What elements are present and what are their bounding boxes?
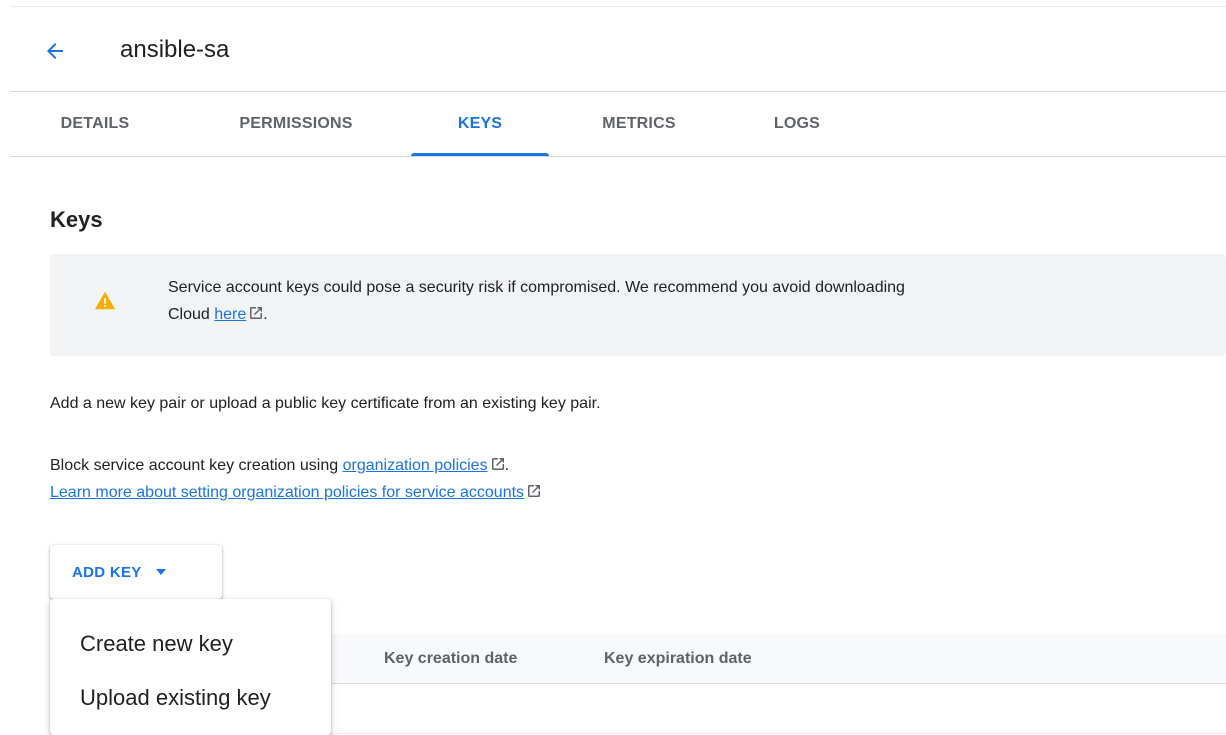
section-title: Keys: [50, 207, 103, 232]
tab-metrics[interactable]: METRICS: [590, 92, 688, 156]
warning-banner: Service account keys could pose a securi…: [50, 254, 1226, 356]
page-title: ansible-sa: [120, 36, 230, 63]
learn-more-line: Learn more about setting organization po…: [50, 479, 541, 506]
warning-line-1: Service account keys could pose a securi…: [168, 279, 905, 296]
tab-bar: DETAILS PERMISSIONS KEYS METRICS LOGS: [0, 92, 1226, 156]
learn-more-link[interactable]: Learn more about setting organization po…: [50, 484, 524, 501]
column-header-creation-date[interactable]: Key creation date: [384, 634, 517, 684]
tab-label: PERMISSIONS: [239, 115, 353, 132]
add-key-label: ADD KEY: [72, 563, 142, 581]
column-header-expiration-date[interactable]: Key expiration date: [604, 634, 752, 684]
intro-text: Add a new key pair or upload a public ke…: [50, 395, 601, 412]
tab-label: KEYS: [457, 115, 503, 132]
menu-item-upload-existing-key[interactable]: Upload existing key: [50, 671, 331, 725]
tab-keys[interactable]: KEYS: [411, 92, 549, 156]
here-link[interactable]: here: [214, 306, 246, 323]
tabs-divider: [10, 156, 1226, 157]
tab-label: METRICS: [602, 115, 676, 132]
service-account-page: ansible-sa DETAILS PERMISSIONS KEYS METR…: [0, 0, 1226, 735]
caret-down-icon: [155, 569, 166, 575]
arrow-left-icon: [47, 43, 63, 59]
external-link-icon: [250, 307, 263, 319]
block-line: Block service account key creation using…: [50, 452, 541, 479]
policy-text: Block service account key creation using…: [50, 452, 541, 506]
tab-details[interactable]: DETAILS: [50, 92, 140, 156]
tab-label: LOGS: [773, 115, 821, 132]
top-divider: [10, 6, 1226, 7]
organization-policies-link[interactable]: organization policies: [343, 457, 488, 474]
warning-line-2-prefix: Cloud: [168, 306, 215, 323]
add-key-menu: Create new key Upload existing key: [50, 599, 331, 735]
back-button[interactable]: [38, 34, 72, 68]
external-link-icon: [528, 485, 541, 497]
tab-logs[interactable]: LOGS: [765, 92, 829, 156]
tab-permissions[interactable]: PERMISSIONS: [222, 92, 370, 156]
tab-label: DETAILS: [60, 115, 130, 132]
warning-line-2: Cloud here.: [168, 301, 1226, 328]
warning-text: Service account keys could pose a securi…: [168, 274, 1226, 328]
warning-icon: [94, 291, 116, 310]
block-prefix: Block service account key creation using: [50, 457, 343, 474]
external-link-icon: [491, 458, 504, 470]
add-key-button[interactable]: ADD KEY: [50, 545, 222, 599]
block-suffix: .: [504, 457, 510, 474]
page-header: ansible-sa: [0, 20, 1226, 80]
menu-item-create-new-key[interactable]: Create new key: [50, 617, 331, 671]
warning-line-2-suffix: .: [263, 306, 268, 323]
